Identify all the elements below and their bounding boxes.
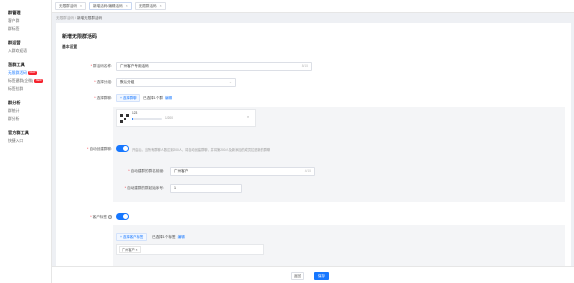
tab-bar: 无限群活码 × 新增活码/编辑活码 × 无限群活码 ×	[52, 0, 574, 13]
sidebar-item-label: 标签建群(企微)	[8, 79, 34, 83]
group-name-prefix-value: 广州客户	[174, 169, 189, 173]
auto-create-hint: 开启后，当所有群聊人数达到200人，将自动创建群聊，并将第200人及新添加的成员…	[132, 148, 271, 152]
group-start-seq-value: 1	[174, 186, 176, 190]
breadcrumb-current: 新增无限群活码	[76, 16, 103, 20]
tab-unlimited-qr[interactable]: 无限群活码 ×	[55, 2, 86, 10]
sidebar-item-customer-groups[interactable]: 客户群	[8, 17, 51, 25]
customer-tag-label: *客户标签?	[90, 215, 112, 219]
sidebar-group-official-tools: 官方群工具 快捷入口	[0, 128, 51, 145]
customer-tag-selected-count: 已选择1个标签	[152, 235, 176, 239]
qr-name-value: 广州客户专用活码	[120, 64, 149, 68]
group-start-seq-label: *自动建群的群起始序号:	[124, 186, 164, 190]
member-progress-fill	[132, 118, 133, 120]
sidebar-item-label: 无限群活码	[8, 71, 27, 75]
qr-name-input[interactable]: 广州客户专用活码 8/15	[116, 62, 312, 71]
form-footer: 返回 保存	[52, 266, 574, 283]
sidebar-group-title: 群分析	[8, 100, 21, 105]
breadcrumb-separator: /	[74, 16, 76, 20]
sidebar-group-growth-tools: 涨群工具 无限群活码 NEW 标签建群(企微) NEW 标签拉群	[0, 60, 51, 93]
breadcrumb-parent[interactable]: 无限群活码	[56, 16, 74, 20]
member-count: 1/200	[165, 116, 173, 120]
group-label: *选择分组:	[94, 80, 112, 84]
auto-create-toggle[interactable]	[116, 145, 129, 152]
name-label: *群活码名称:	[90, 64, 112, 68]
customer-tag-label-text: 广州客户	[122, 248, 135, 252]
save-button[interactable]: 保存	[314, 272, 329, 280]
auto-create-panel	[113, 158, 565, 202]
sidebar-item-group-tags[interactable]: 群标签	[8, 25, 51, 33]
customer-tag-selection: 已选择1个标签 编辑	[152, 235, 185, 240]
close-icon[interactable]: ×	[136, 248, 138, 252]
help-icon[interactable]: ?	[108, 215, 112, 219]
sidebar-group-group-operation: 群运营 入群欢迎语	[0, 38, 51, 55]
tab-label: 新增活码/编辑活码	[92, 3, 123, 8]
edit-groupchat-link[interactable]: 编辑	[165, 96, 172, 100]
close-icon[interactable]: ×	[126, 4, 128, 8]
new-badge: NEW	[27, 71, 37, 75]
group-name-prefix-label: *自动建群的群名前缀:	[128, 169, 164, 173]
groupchat-selected-count: 已选择1个群	[143, 96, 163, 100]
char-count: 8/15	[301, 64, 308, 68]
sidebar-group-title: 群管理	[8, 10, 21, 15]
customer-tag-box: 广州客户 ×	[116, 244, 264, 255]
sidebar-item-tag-create-group[interactable]: 标签建群(企微) NEW	[8, 77, 51, 85]
sidebar-group-group-management: 群管理 客户群 群标签	[0, 8, 51, 33]
char-count: 4/15	[304, 169, 311, 173]
close-icon[interactable]: ×	[160, 4, 162, 8]
chevron-down-icon: ⌄	[228, 80, 232, 84]
customer-tag-toggle[interactable]	[116, 213, 129, 220]
close-icon[interactable]: ×	[80, 4, 82, 8]
groupchat-label: *选择群聊:	[94, 96, 112, 100]
member-progress-bar	[132, 118, 162, 120]
group-start-seq-input[interactable]: 1	[170, 184, 242, 193]
tab-label: 无限群活码	[59, 3, 77, 8]
sidebar-item-group-analysis[interactable]: 群分析	[8, 115, 51, 123]
sidebar-item-group-stats[interactable]: 群统计	[8, 107, 51, 115]
sidebar-item-welcome-message[interactable]: 入群欢迎语	[8, 47, 51, 55]
sidebar-item-quick-entry[interactable]: 快捷入口	[8, 137, 51, 145]
groupchat-selection: 已选择1个群 编辑	[143, 96, 172, 101]
groupchat-card: 123 1/200 ×	[116, 109, 256, 127]
sidebar-item-unlimited-qr[interactable]: 无限群活码 NEW	[8, 69, 51, 77]
sidebar: 群管理 客户群 群标签 群运营 入群欢迎语 涨群工具 无限群活码 NEW 标签建群…	[0, 0, 52, 283]
auto-create-label: *自动创建群聊:	[87, 147, 112, 151]
groupchat-name: 123	[132, 111, 138, 115]
sidebar-item-tag-pull-group[interactable]: 标签拉群	[8, 85, 51, 93]
select-groupchat-button[interactable]: + 选择群聊	[116, 94, 141, 102]
close-icon[interactable]: ×	[247, 115, 249, 119]
main-panel: 新增无限群活码 基本设置 *群活码名称: 广州客户专用活码 8/15 *选择分组…	[56, 23, 571, 266]
edit-customer-tag-link[interactable]: 编辑	[178, 235, 185, 239]
new-badge: NEW	[34, 79, 44, 83]
tab-edit-qr[interactable]: 新增活码/编辑活码 ×	[88, 2, 132, 10]
customer-tag: 广州客户 ×	[119, 246, 141, 253]
group-select-value: 默认分组	[120, 80, 135, 84]
group-select[interactable]: 默认分组 ⌄	[116, 78, 236, 87]
sidebar-group-group-analysis: 群分析 群统计 群分析	[0, 98, 51, 123]
back-button[interactable]: 返回	[291, 272, 304, 280]
tab-label: 无限群活码	[138, 3, 157, 8]
select-customer-tag-button[interactable]: + 选择客户标签	[116, 233, 148, 241]
sidebar-group-title: 涨群工具	[8, 62, 25, 67]
qr-code-icon	[120, 114, 129, 123]
sidebar-group-title: 官方群工具	[8, 130, 29, 135]
breadcrumb: 无限群活码 / 新增无限群活码	[56, 15, 102, 22]
group-name-prefix-input[interactable]: 广州客户 4/15	[170, 167, 315, 176]
section-title: 基本设置	[62, 45, 78, 49]
sidebar-group-title: 群运营	[8, 40, 21, 45]
page-title: 新增无限群活码	[62, 34, 98, 40]
tab-unlimited-qr-2[interactable]: 无限群活码 ×	[134, 2, 166, 10]
